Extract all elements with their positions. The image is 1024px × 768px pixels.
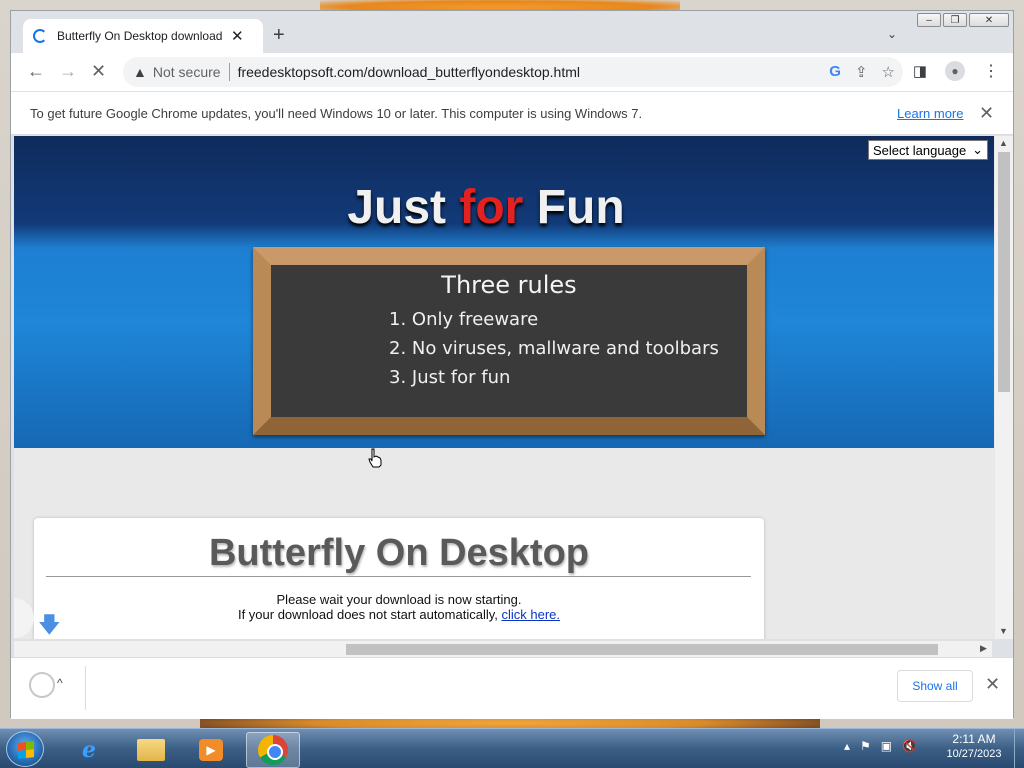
vertical-scroll-thumb[interactable] bbox=[998, 152, 1010, 392]
tab-active[interactable]: Butterfly On Desktop download p ✕ bbox=[23, 19, 263, 53]
banner-title: Just for Fun bbox=[14, 180, 958, 235]
title-divider bbox=[46, 576, 751, 577]
chrome-taskbar-button[interactable] bbox=[246, 732, 300, 768]
side-widget[interactable] bbox=[14, 598, 34, 638]
action-center-icon[interactable]: ⚑ bbox=[860, 739, 871, 753]
menu-icon[interactable]: ⋮ bbox=[983, 61, 999, 81]
tab-search-icon[interactable]: ⌄ bbox=[887, 27, 897, 41]
rule-item: 3. Just for fun bbox=[389, 367, 511, 388]
language-select[interactable]: Select language ⌄ bbox=[868, 140, 988, 160]
profile-avatar-icon[interactable]: ● bbox=[945, 61, 965, 81]
scroll-down-icon[interactable]: ▼ bbox=[999, 626, 1008, 636]
fallback-line: If your download does not start automati… bbox=[34, 607, 764, 622]
browser-window: Butterfly On Desktop download p ✕ + ⌄ – … bbox=[10, 10, 1014, 719]
media-player-icon: ▶ bbox=[199, 739, 223, 761]
new-tab-button[interactable]: + bbox=[273, 24, 285, 47]
product-title: Butterfly On Desktop bbox=[208, 532, 590, 574]
download-progress-icon[interactable] bbox=[29, 672, 55, 698]
volume-muted-icon[interactable]: 🔇 bbox=[902, 739, 917, 753]
system-clock[interactable]: 2:11 AM 10/27/2023 bbox=[938, 732, 1010, 760]
minimize-button[interactable]: – bbox=[917, 13, 941, 27]
address-divider bbox=[228, 63, 230, 81]
tray-expand-icon[interactable]: ▴ bbox=[844, 739, 850, 753]
windows-taskbar: e ▶ ▴ ⚑ ▣ 🔇 2:11 AM 10/27/2023 bbox=[0, 728, 1024, 768]
show-all-button[interactable]: Show all bbox=[897, 670, 973, 702]
windows-logo-icon bbox=[18, 741, 34, 759]
clock-time: 2:11 AM bbox=[952, 732, 996, 746]
shelf-close-icon[interactable]: ✕ bbox=[985, 674, 1000, 695]
scroll-right-icon[interactable]: ▶ bbox=[980, 643, 987, 654]
rule-item: 1. Only freeware bbox=[389, 309, 539, 330]
scroll-up-icon[interactable]: ▲ bbox=[999, 138, 1008, 148]
bookmark-star-icon[interactable]: ☆ bbox=[882, 63, 895, 81]
omnibox-actions: G ⇪ ☆ bbox=[829, 63, 895, 81]
chevron-up-icon[interactable]: ^ bbox=[57, 676, 63, 690]
download-status-text: Please wait your download is now startin… bbox=[276, 592, 522, 607]
explorer-taskbar-button[interactable] bbox=[124, 732, 178, 768]
chalkboard-title: Three rules bbox=[441, 271, 577, 299]
chevron-down-icon: ⌄ bbox=[972, 142, 983, 157]
share-icon[interactable]: ⇪ bbox=[855, 63, 868, 81]
system-tray: ▴ ⚑ ▣ 🔇 bbox=[844, 739, 917, 753]
tab-strip: Butterfly On Desktop download p ✕ + ⌄ – … bbox=[11, 11, 1013, 53]
address-bar[interactable]: ▲ Not secure freedesktopsoft.com/downloa… bbox=[123, 57, 903, 87]
horizontal-scroll-thumb[interactable] bbox=[346, 644, 938, 655]
browser-toolbar: ← → ✕ ▲ Not secure freedesktopsoft.com/d… bbox=[11, 53, 1013, 91]
shelf-divider bbox=[85, 666, 86, 710]
infobar-close-icon[interactable]: ✕ bbox=[979, 103, 994, 124]
update-infobar: To get future Google Chrome updates, you… bbox=[11, 91, 1013, 135]
security-label[interactable]: Not secure bbox=[153, 64, 221, 80]
download-arrow-icon[interactable]: 🡇 bbox=[38, 608, 61, 639]
rules-list: 1. Only freeware 2. No viruses, mallware… bbox=[389, 305, 719, 392]
page-viewport: Just for Fun Three rules 1. Only freewar… bbox=[14, 136, 1013, 639]
banner-title-just: Just bbox=[347, 181, 460, 234]
click-here-link[interactable]: click here. bbox=[501, 607, 560, 622]
tab-title: Butterfly On Desktop download p bbox=[57, 29, 225, 43]
stop-icon[interactable]: ✕ bbox=[91, 61, 106, 82]
download-shelf: ^ Show all ✕ bbox=[11, 657, 1013, 719]
side-panel-icon[interactable]: ◨ bbox=[913, 62, 927, 80]
toolbar-right: ◨ ● ⋮ bbox=[913, 61, 999, 81]
banner-title-for: for bbox=[459, 181, 524, 234]
download-card: Butterfly On Desktop Please wait your do… bbox=[34, 518, 764, 639]
clock-date: 10/27/2023 bbox=[946, 748, 1002, 760]
folder-icon bbox=[137, 739, 165, 761]
banner-title-fun: Fun bbox=[523, 181, 625, 234]
window-controls: – ❐ ✕ bbox=[915, 13, 1009, 27]
language-select-value: Select language bbox=[873, 142, 967, 158]
learn-more-link[interactable]: Learn more bbox=[897, 106, 963, 121]
start-button[interactable] bbox=[6, 731, 44, 767]
infobar-message: To get future Google Chrome updates, you… bbox=[30, 105, 643, 121]
tab-close-icon[interactable]: ✕ bbox=[231, 27, 244, 45]
media-player-taskbar-button[interactable]: ▶ bbox=[184, 732, 238, 768]
show-desktop-button[interactable] bbox=[1014, 729, 1024, 768]
loading-spinner-icon bbox=[33, 29, 47, 43]
google-lens-icon[interactable]: G bbox=[829, 63, 841, 81]
forward-icon[interactable]: → bbox=[59, 61, 77, 82]
fallback-text: If your download does not start automati… bbox=[237, 607, 502, 622]
chalkboard: Three rules 1. Only freeware 2. No virus… bbox=[253, 247, 765, 435]
hand-cursor-icon bbox=[368, 448, 382, 468]
vertical-scrollbar[interactable]: ▲ ▼ bbox=[995, 136, 1013, 639]
network-icon[interactable]: ▣ bbox=[881, 739, 892, 753]
horizontal-scrollbar[interactable]: ▶ bbox=[14, 641, 992, 657]
maximize-button[interactable]: ❐ bbox=[943, 13, 967, 27]
site-banner: Just for Fun Three rules 1. Only freewar… bbox=[14, 136, 994, 448]
internet-explorer-icon: e bbox=[82, 737, 96, 763]
chrome-icon bbox=[258, 735, 288, 765]
close-window-button[interactable]: ✕ bbox=[969, 13, 1009, 27]
warning-icon[interactable]: ▲ bbox=[133, 64, 147, 80]
back-icon[interactable]: ← bbox=[27, 61, 45, 82]
rule-item: 2. No viruses, mallware and toolbars bbox=[389, 338, 719, 359]
url-text[interactable]: freedesktopsoft.com/download_butterflyon… bbox=[238, 64, 580, 80]
internet-explorer-taskbar-button[interactable]: e bbox=[62, 732, 116, 768]
